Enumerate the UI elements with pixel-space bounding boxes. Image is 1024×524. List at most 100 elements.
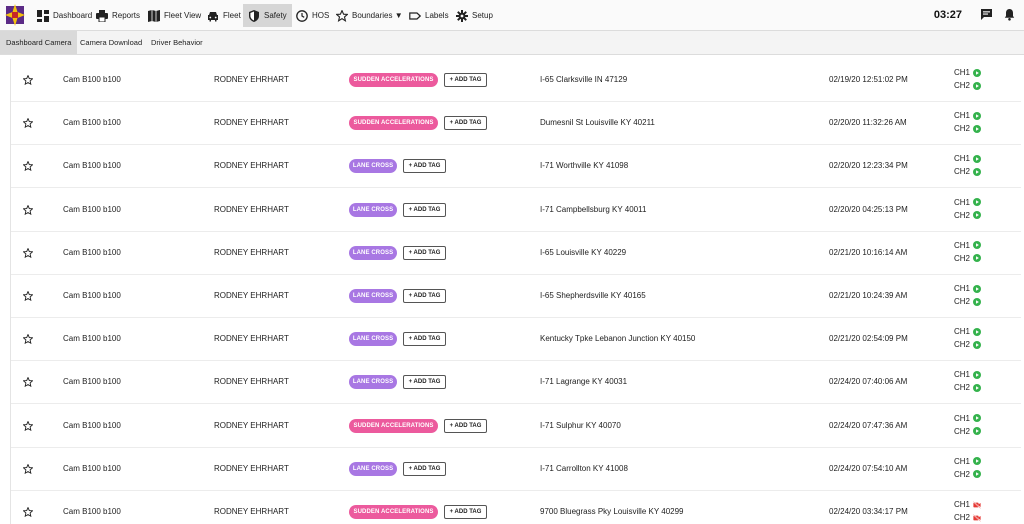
add-tag-button[interactable]: + ADD TAG [403, 202, 446, 217]
nav-labels[interactable]: Labels [404, 4, 454, 27]
channel-ch1-label: CH1 [954, 500, 971, 509]
channel-ch1[interactable]: CH1 [954, 241, 982, 250]
add-tag-button[interactable]: + ADD TAG [403, 245, 446, 260]
channel-ch1-label: CH1 [954, 111, 971, 121]
camera-name: Cam B100 b100 [63, 161, 121, 171]
play-video-icon[interactable] [973, 81, 982, 90]
channel-ch1[interactable]: CH1 [954, 68, 982, 77]
play-video-icon[interactable] [973, 414, 982, 423]
favorite-star-icon[interactable] [23, 75, 33, 85]
shield-icon [249, 9, 259, 22]
add-tag-button[interactable]: + ADD TAG [403, 332, 446, 347]
play-video-icon[interactable] [973, 124, 982, 133]
channel-ch2[interactable]: CH2 [954, 253, 982, 263]
nav-fleet-view[interactable]: Fleet View [143, 4, 206, 27]
driver-name: RODNEY EHRHART [214, 377, 289, 387]
favorite-star-icon[interactable] [23, 247, 33, 258]
channel-ch1[interactable]: CH1 [954, 284, 982, 293]
channel-ch2[interactable]: CH2 [954, 81, 982, 90]
add-tag-button[interactable]: + ADD TAG [444, 418, 487, 433]
channel-ch1[interactable]: CH1 [954, 111, 982, 121]
add-tag-button[interactable]: + ADD TAG [444, 505, 487, 519]
event-datetime: 02/20/20 04:25:13 PM [829, 204, 908, 214]
favorite-star-icon[interactable] [23, 334, 33, 345]
play-video-icon[interactable] [973, 370, 982, 379]
add-tag-button[interactable]: + ADD TAG [403, 289, 446, 303]
play-video-icon[interactable] [973, 470, 982, 479]
play-video-icon[interactable] [973, 68, 982, 77]
nav-setup[interactable]: Setup [451, 4, 498, 27]
event-location: I-71 Worthville KY 41098 [540, 161, 629, 171]
play-video-icon[interactable] [973, 241, 982, 250]
play-video-icon[interactable] [973, 427, 982, 436]
event-location: I-71 Sulphur KY 40070 [540, 420, 621, 430]
tab-driver-behavior[interactable]: Driver Behavior [145, 31, 209, 54]
play-video-icon[interactable] [973, 211, 982, 220]
add-tag-button[interactable]: + ADD TAG [444, 116, 487, 131]
nav-boundaries[interactable]: Boundaries ▼ [331, 4, 408, 27]
play-video-icon[interactable] [973, 297, 982, 306]
play-video-icon[interactable] [973, 254, 982, 263]
channel-ch2[interactable]: CH2 [954, 340, 982, 349]
event-type-tag: LANE CROSS [349, 332, 397, 347]
channel-ch1[interactable]: CH1 [954, 154, 982, 163]
play-video-icon[interactable] [973, 111, 982, 120]
channel-ch2[interactable]: CH2 [954, 383, 982, 392]
favorite-star-icon[interactable] [23, 118, 33, 129]
favorite-star-icon[interactable] [23, 291, 33, 301]
nav-reports[interactable]: Reports [91, 4, 145, 27]
channel-ch2-label: CH2 [954, 124, 971, 134]
add-tag-button[interactable]: + ADD TAG [444, 73, 487, 87]
nav-hos[interactable]: HOS [291, 4, 334, 27]
company-logo[interactable] [5, 4, 25, 26]
add-tag-button[interactable]: + ADD TAG [403, 461, 446, 476]
channel-ch2[interactable]: CH2 [954, 124, 982, 134]
tab-dashboard-camera[interactable]: Dashboard Camera [0, 31, 78, 54]
label-icon [409, 11, 421, 20]
nav-dashboard[interactable]: Dashboard [32, 4, 97, 27]
channel-ch1[interactable]: CH1 [954, 414, 982, 423]
nav-fleet[interactable]: Fleet [202, 4, 246, 27]
favorite-star-icon[interactable] [23, 507, 33, 517]
play-video-icon[interactable] [973, 457, 982, 466]
play-video-icon[interactable] [973, 284, 982, 293]
channel-ch1[interactable]: CH1 [954, 370, 982, 379]
play-video-icon[interactable] [973, 198, 982, 207]
play-video-icon[interactable] [973, 327, 982, 336]
channel-ch2[interactable]: CH2 [954, 470, 982, 479]
driver-name: RODNEY EHRHART [214, 75, 289, 84]
notification-bell-icon[interactable] [1003, 8, 1016, 21]
nav-fleet-view-label: Fleet View [164, 11, 202, 20]
channel-ch2[interactable]: CH2 [954, 513, 981, 522]
channel-ch2-label: CH2 [954, 253, 971, 263]
table-row: Cam B100 b100 RODNEY EHRHART LANE CROSS + A… [11, 275, 1021, 318]
channel-ch1[interactable]: CH1 [954, 327, 982, 336]
message-icon[interactable] [980, 8, 993, 21]
channel-ch1-label: CH1 [954, 456, 971, 466]
event-datetime: 02/24/20 07:40:06 AM [829, 377, 908, 387]
favorite-star-icon[interactable] [23, 204, 33, 215]
tab-camera-download[interactable]: Camera Download [74, 31, 148, 54]
channel-ch1[interactable]: CH1 [954, 500, 981, 509]
play-video-icon[interactable] [973, 154, 982, 163]
nav-safety[interactable]: Safety [243, 4, 292, 27]
camera-name: Cam B100 b100 [63, 204, 121, 214]
channel-ch1[interactable]: CH1 [954, 198, 982, 207]
favorite-star-icon[interactable] [23, 420, 33, 431]
channel-ch2[interactable]: CH2 [954, 211, 982, 220]
favorite-star-icon[interactable] [23, 463, 33, 474]
favorite-star-icon[interactable] [23, 377, 33, 388]
add-tag-button[interactable]: + ADD TAG [403, 375, 446, 390]
channel-ch2[interactable]: CH2 [954, 297, 982, 306]
channel-ch2[interactable]: CH2 [954, 427, 982, 436]
play-video-icon[interactable] [973, 167, 982, 176]
add-tag-button[interactable]: + ADD TAG [403, 159, 446, 174]
event-location: 9700 Bluegrass Pky Louisville KY 40299 [540, 507, 684, 516]
channel-ch2[interactable]: CH2 [954, 167, 982, 176]
favorite-star-icon[interactable] [23, 161, 33, 172]
event-location: I-71 Lagrange KY 40031 [540, 377, 628, 387]
event-datetime: 02/19/20 12:51:02 PM [829, 75, 908, 84]
channel-ch1[interactable]: CH1 [954, 456, 982, 466]
play-video-icon[interactable] [973, 383, 982, 392]
play-video-icon[interactable] [973, 340, 982, 349]
